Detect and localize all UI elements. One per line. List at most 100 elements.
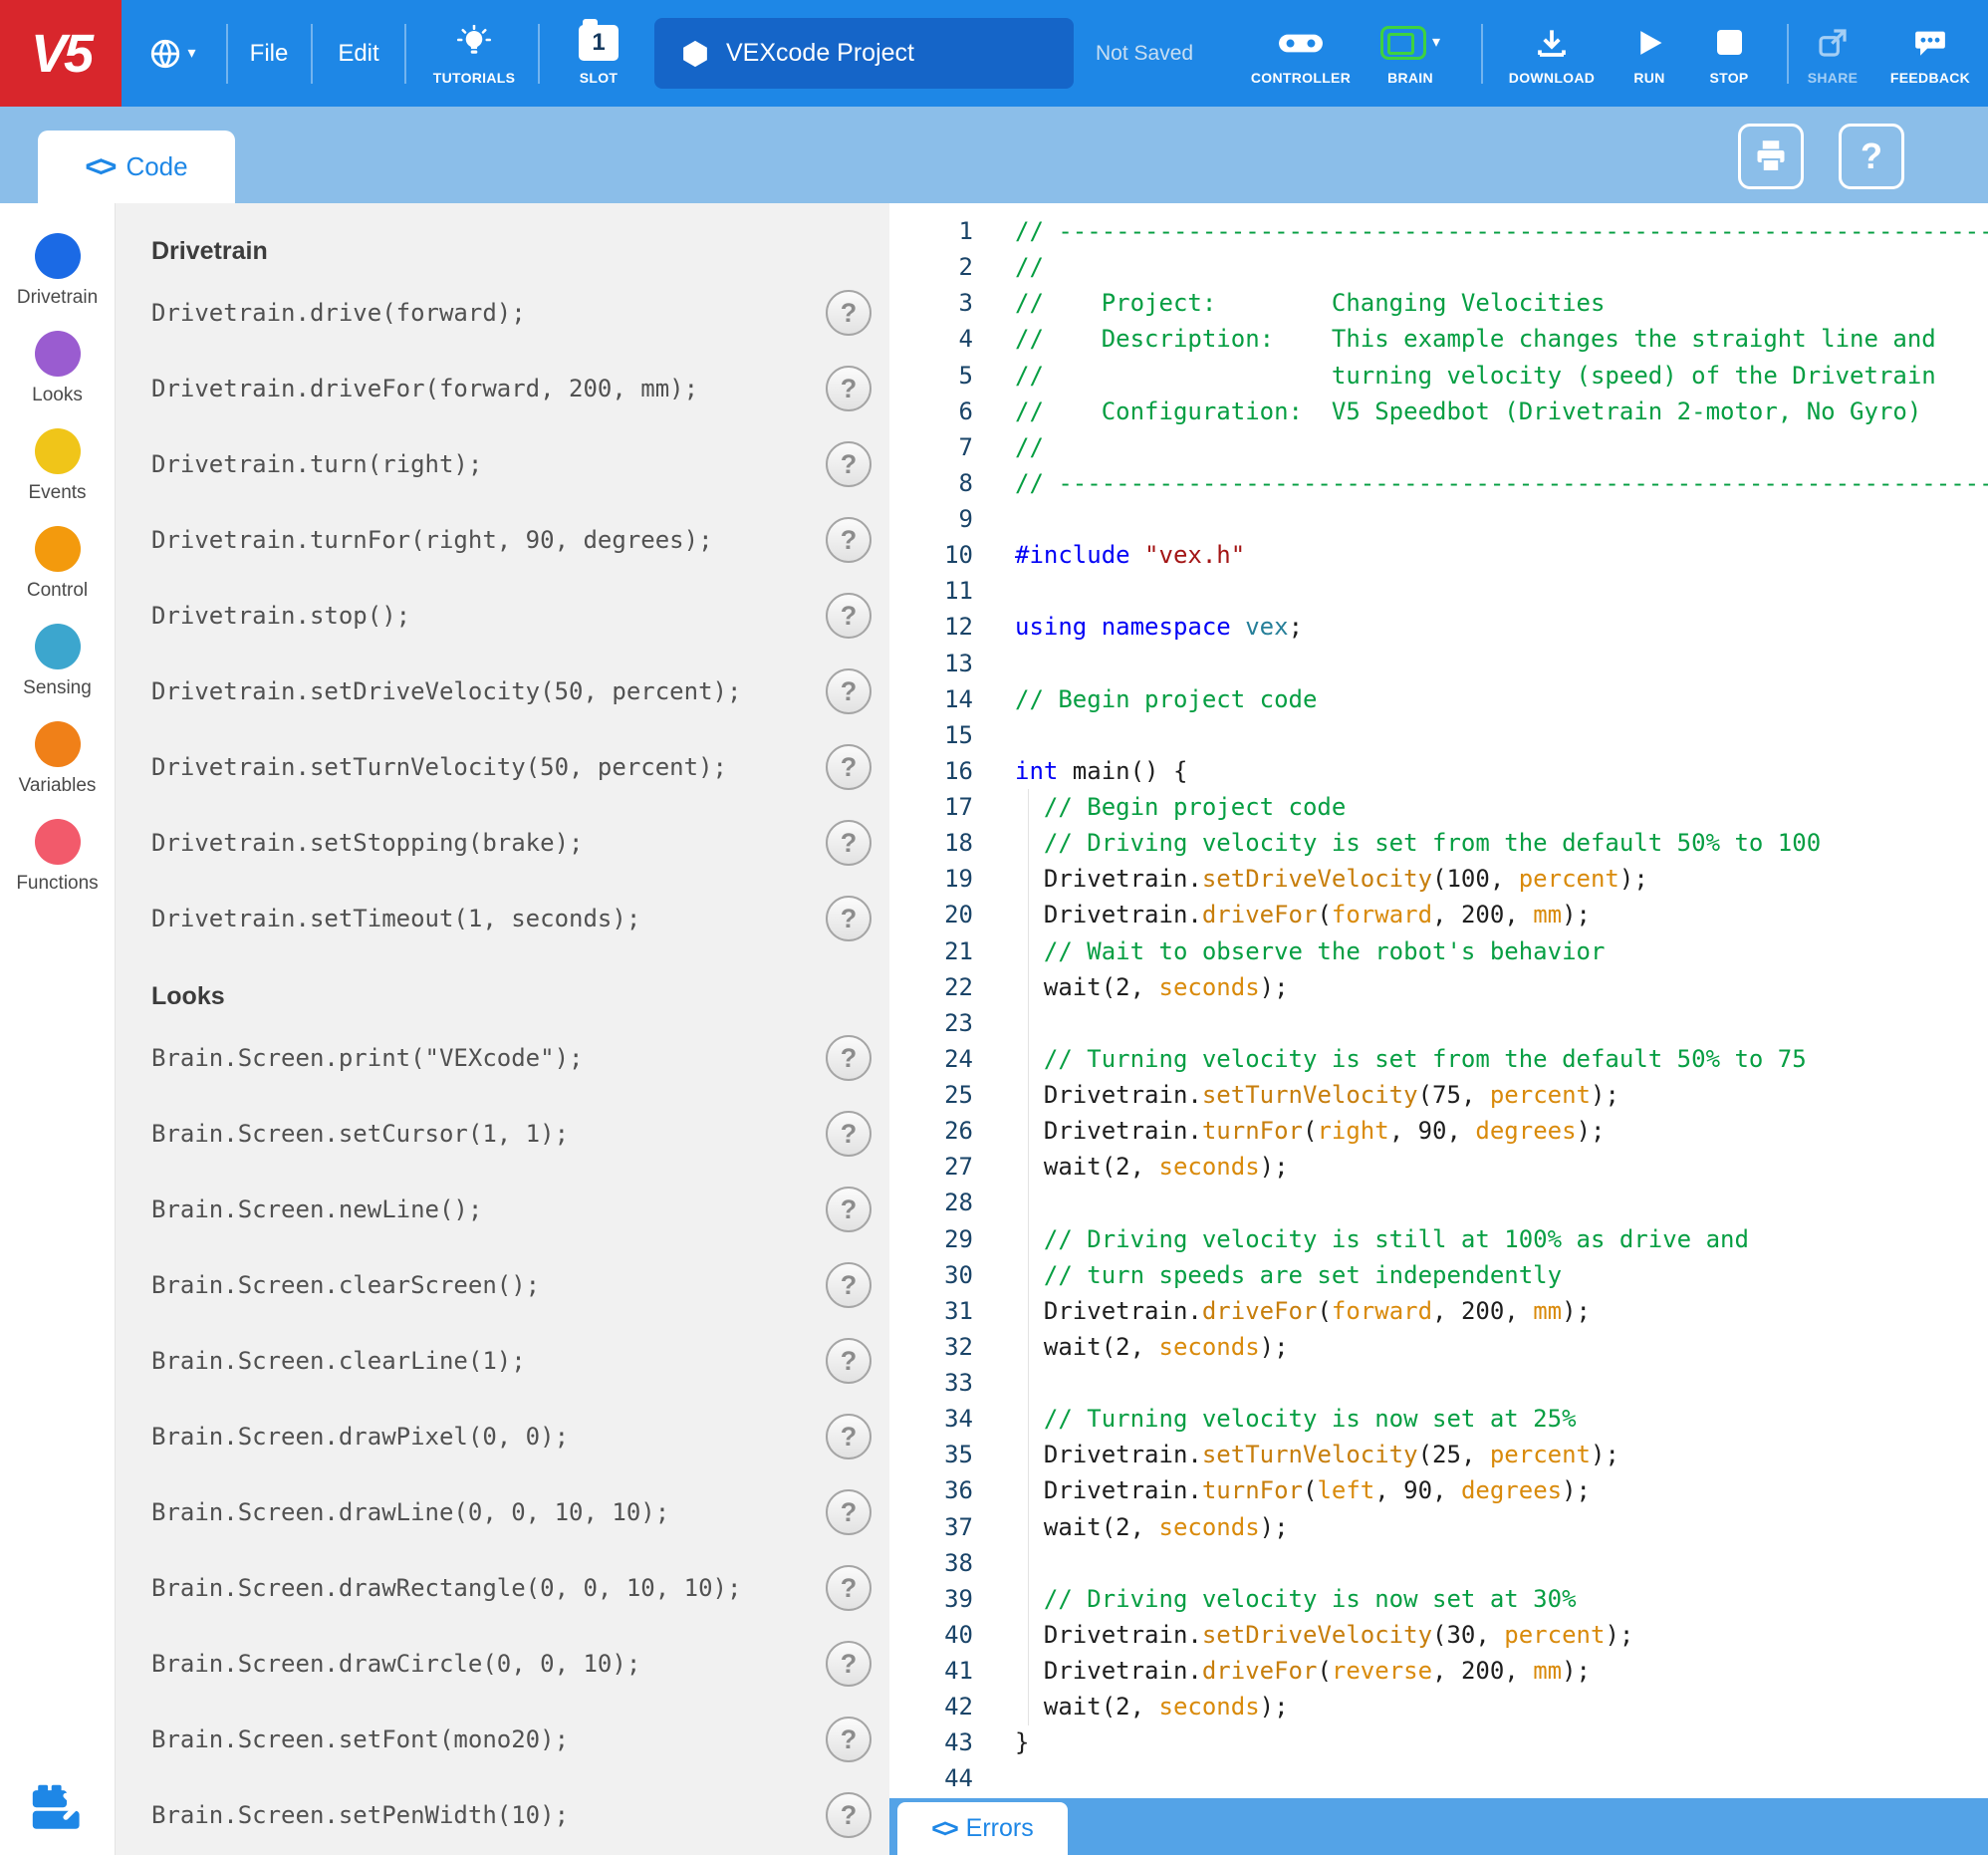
command-item[interactable]: Brain.Screen.clearScreen();? [116,1247,889,1323]
code-line[interactable]: 2 // [889,249,1988,285]
command-help-button[interactable]: ? [826,1187,871,1232]
command-help-button[interactable]: ? [826,1035,871,1081]
command-help-button[interactable]: ? [826,1641,871,1687]
command-item[interactable]: Brain.Screen.drawPixel(0, 0);? [116,1399,889,1474]
code-line[interactable]: 16 int main() { [889,753,1988,789]
code-line[interactable]: 3 // Project: Changing Velocities [889,285,1988,321]
code-line[interactable]: 38 [889,1545,1988,1581]
command-help-button[interactable]: ? [826,1414,871,1459]
command-help-button[interactable]: ? [826,1489,871,1535]
command-item[interactable]: Drivetrain.setStopping(brake);? [116,805,889,881]
code-line[interactable]: 42 wait(2, seconds); [889,1689,1988,1724]
file-menu[interactable]: File [231,0,307,107]
command-help-button[interactable]: ? [826,896,871,941]
code-line[interactable]: 23 [889,1005,1988,1041]
tab-errors[interactable]: <> Errors [897,1802,1068,1855]
code-editor[interactable]: 1 // ------------------------------------… [889,203,1988,1798]
code-line[interactable]: 44 [889,1760,1988,1796]
edit-menu[interactable]: Edit [317,0,400,107]
code-line[interactable]: 13 [889,646,1988,681]
code-line[interactable]: 43} [889,1724,1988,1760]
code-line[interactable]: 4 // Description: This example changes th… [889,321,1988,357]
code-line[interactable]: 12 using namespace vex; [889,609,1988,645]
tutorials-button[interactable]: TUTORIALS [424,0,524,107]
code-line[interactable]: 11 [889,573,1988,609]
code-line[interactable]: 19 Drivetrain.setDriveVelocity(100, perc… [889,861,1988,897]
code-line[interactable]: 18 // Driving velocity is set from the d… [889,825,1988,861]
command-help-button[interactable]: ? [826,290,871,336]
code-line[interactable]: 10 #include "vex.h" [889,537,1988,573]
sidebar-category-events[interactable]: Events [0,424,115,522]
code-line[interactable]: 39 // Driving velocity is now set at 30% [889,1581,1988,1617]
command-item[interactable]: Brain.Screen.drawLine(0, 0, 10, 10);? [116,1474,889,1550]
code-line[interactable]: 20 Drivetrain.driveFor(forward, 200, mm)… [889,897,1988,932]
command-item[interactable]: Brain.Screen.drawRectangle(0, 0, 10, 10)… [116,1550,889,1626]
brain-button[interactable]: ▾ BRAIN [1361,0,1460,107]
code-line[interactable]: 40 Drivetrain.setDriveVelocity(30, perce… [889,1617,1988,1653]
switch-to-blocks-button[interactable] [29,1782,87,1841]
command-help-button[interactable]: ? [826,517,871,563]
sidebar-category-drivetrain[interactable]: Drivetrain [0,229,115,327]
sidebar-category-sensing[interactable]: Sensing [0,620,115,717]
code-line[interactable]: 41 Drivetrain.driveFor(reverse, 200, mm)… [889,1653,1988,1689]
code-line[interactable]: 15 [889,717,1988,753]
share-button[interactable]: SHARE [1783,0,1882,107]
help-button[interactable]: ? [1839,124,1904,189]
feedback-button[interactable]: FEEDBACK [1880,0,1980,107]
code-line[interactable]: 28 [889,1185,1988,1220]
code-line[interactable]: 31 Drivetrain.driveFor(forward, 200, mm)… [889,1293,1988,1329]
command-item[interactable]: Brain.Screen.print("VEXcode");? [116,1020,889,1096]
command-item[interactable]: Drivetrain.driveFor(forward, 200, mm);? [116,351,889,426]
code-line[interactable]: 34 // Turning velocity is now set at 25% [889,1401,1988,1437]
command-item[interactable]: Brain.Screen.setPenWidth(10);? [116,1777,889,1853]
command-help-button[interactable]: ? [826,820,871,866]
command-item[interactable]: Brain.Screen.setFont(mono20);? [116,1702,889,1777]
command-item[interactable]: Drivetrain.stop();? [116,578,889,654]
code-line[interactable]: 22 wait(2, seconds); [889,969,1988,1005]
command-help-button[interactable]: ? [826,1338,871,1384]
download-button[interactable]: DOWNLOAD [1502,0,1602,107]
sidebar-category-control[interactable]: Control [0,522,115,620]
sidebar-category-looks[interactable]: Looks [0,327,115,424]
command-help-button[interactable]: ? [826,1792,871,1838]
command-item[interactable]: Drivetrain.drive(forward);? [116,275,889,351]
language-menu-button[interactable]: ▾ [129,0,215,107]
stop-button[interactable]: STOP [1679,0,1779,107]
controller-button[interactable]: CONTROLLER [1251,0,1351,107]
command-help-button[interactable]: ? [826,744,871,790]
command-help-button[interactable]: ? [826,593,871,639]
code-line[interactable]: 30 // turn speeds are set independently [889,1257,1988,1293]
command-help-button[interactable]: ? [826,441,871,487]
code-line[interactable]: 32 wait(2, seconds); [889,1329,1988,1365]
sidebar-category-variables[interactable]: Variables [0,717,115,815]
code-line[interactable]: 17 // Begin project code [889,789,1988,825]
code-line[interactable]: 33 [889,1365,1988,1401]
code-line[interactable]: 36 Drivetrain.turnFor(left, 90, degrees)… [889,1472,1988,1508]
print-button[interactable] [1738,124,1804,189]
command-item[interactable]: Drivetrain.setDriveVelocity(50, percent)… [116,654,889,729]
slot-button[interactable]: 1 SLOT [549,0,648,107]
command-help-button[interactable]: ? [826,1262,871,1308]
project-title-box[interactable]: VEXcode Project [654,18,1074,89]
code-line[interactable]: 35 Drivetrain.setTurnVelocity(25, percen… [889,1437,1988,1472]
command-item[interactable]: Brain.Screen.clearLine(1);? [116,1323,889,1399]
code-line[interactable]: 5 // turning velocity (speed) of the Driv… [889,358,1988,394]
code-line[interactable]: 24 // Turning velocity is set from the d… [889,1041,1988,1077]
command-help-button[interactable]: ? [826,668,871,714]
command-item[interactable]: Drivetrain.turn(right);? [116,426,889,502]
command-item[interactable]: Drivetrain.turnFor(right, 90, degrees);? [116,502,889,578]
command-help-button[interactable]: ? [826,1717,871,1762]
command-item[interactable]: Drivetrain.setTimeout(1, seconds);? [116,881,889,956]
sidebar-category-functions[interactable]: Functions [0,815,115,913]
command-item[interactable]: Brain.Screen.newLine();? [116,1172,889,1247]
code-line[interactable]: 9 [889,501,1988,537]
code-line[interactable]: 25 Drivetrain.setTurnVelocity(75, percen… [889,1077,1988,1113]
code-line[interactable]: 37 wait(2, seconds); [889,1509,1988,1545]
code-line[interactable]: 26 Drivetrain.turnFor(right, 90, degrees… [889,1113,1988,1149]
code-line[interactable]: 6 // Configuration: V5 Speedbot (Drivetra… [889,394,1988,429]
command-item[interactable]: Drivetrain.setTurnVelocity(50, percent);… [116,729,889,805]
code-line[interactable]: 14 // Begin project code [889,681,1988,717]
command-help-button[interactable]: ? [826,1565,871,1611]
command-item[interactable]: Brain.Screen.drawCircle(0, 0, 10);? [116,1626,889,1702]
code-line[interactable]: 27 wait(2, seconds); [889,1149,1988,1185]
